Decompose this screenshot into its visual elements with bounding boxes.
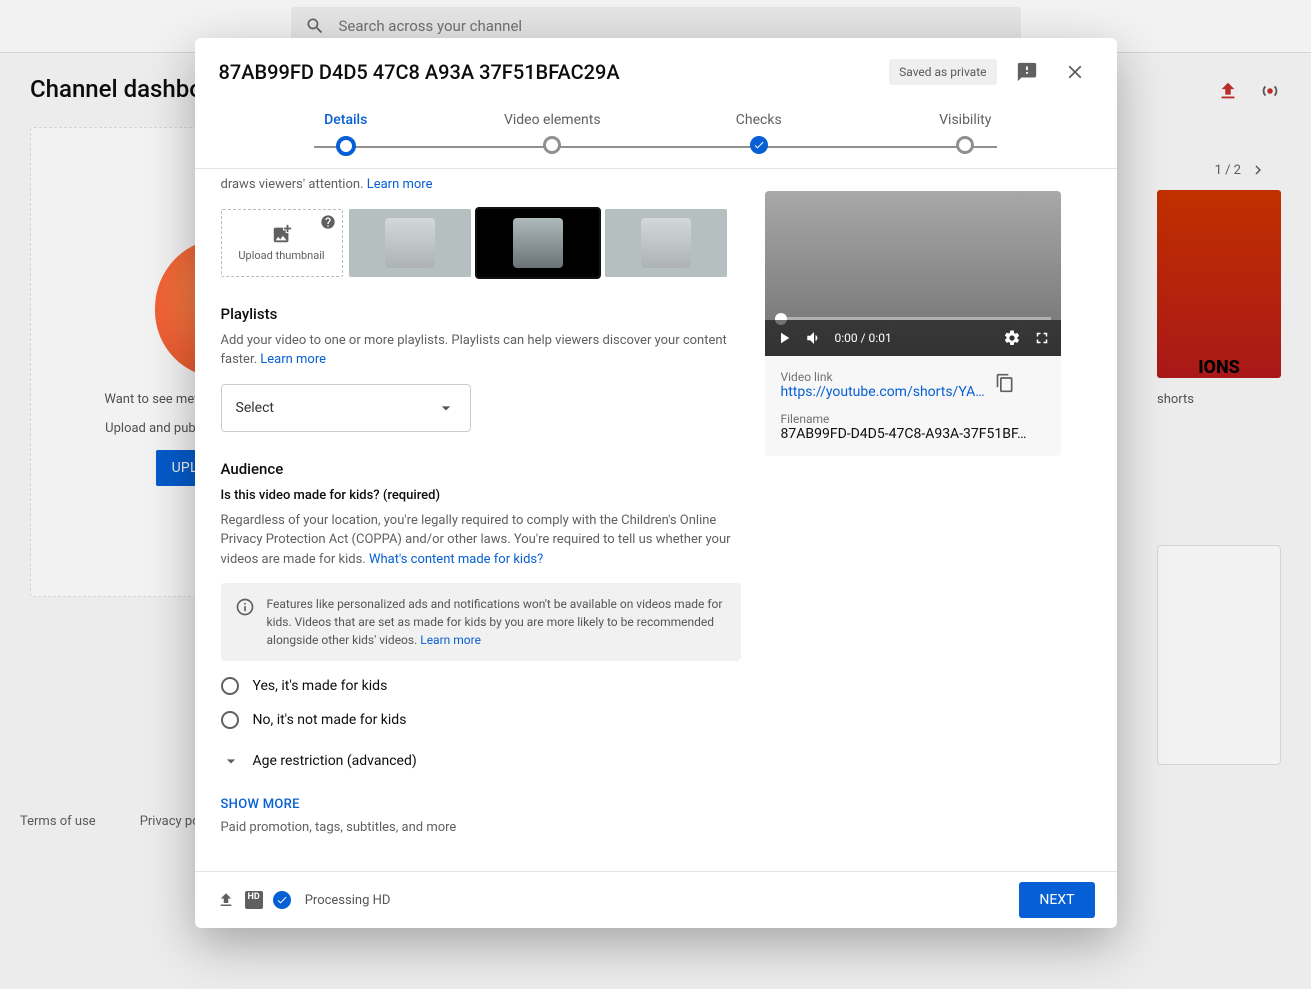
feedback-button[interactable] [1009,54,1045,90]
coppa-text: Regardless of your location, you're lega… [221,511,741,570]
copy-link-button[interactable] [995,373,1015,397]
auto-thumbnail-2-selected[interactable] [477,209,599,277]
saved-badge: Saved as private [889,59,996,85]
modal-header: 87AB99FD D4D5 47C8 A93A 37F51BFAC29A Sav… [195,38,1117,106]
play-icon[interactable] [775,329,793,347]
filename-label: Filename [781,412,1045,426]
stepper: Details Video elements Checks Visibility [195,106,1117,169]
show-more-button[interactable]: SHOW MORE [221,797,741,812]
close-icon [1064,61,1086,83]
volume-icon[interactable] [805,329,823,347]
radio-yes-kids[interactable]: Yes, it's made for kids [221,677,741,695]
check-status-icon [273,891,291,909]
video-link[interactable]: https://youtube.com/shorts/YA… [781,384,985,400]
kids-info-box: Features like personalized ads and notif… [221,583,741,661]
step-checks[interactable]: Checks [656,112,863,168]
show-more-sub: Paid promotion, tags, subtitles, and mor… [221,820,741,835]
step-video-elements[interactable]: Video elements [449,112,656,168]
video-preview-panel: 0:00 / 0:01 Video link https://youtube.c… [765,191,1061,456]
audience-heading: Audience [221,460,741,478]
dropdown-arrow-icon [436,398,456,418]
auto-thumbnail-3[interactable] [605,209,727,277]
video-link-label: Video link [781,370,985,384]
modal-title: 87AB99FD D4D5 47C8 A93A 37F51BFAC29A [219,60,878,84]
step-visibility[interactable]: Visibility [862,112,1069,168]
feedback-icon [1016,61,1038,83]
playlists-sub: Add your video to one or more playlists.… [221,331,741,370]
fullscreen-icon[interactable] [1033,329,1051,347]
chevron-down-icon [221,751,241,771]
hd-badge: HD [245,891,263,909]
coppa-link[interactable]: What's content made for kids? [369,552,543,567]
upload-status-icon [217,891,235,909]
auto-thumbnail-1[interactable] [349,209,471,277]
thumbnail-hint: draws viewers' attention. Learn more [221,175,741,195]
upload-modal: 87AB99FD D4D5 47C8 A93A 37F51BFAC29A Sav… [195,38,1117,928]
add-image-icon [271,223,293,245]
playlists-heading: Playlists [221,305,741,323]
copy-icon [995,373,1015,393]
upload-thumbnail-button[interactable]: Upload thumbnail [221,209,343,277]
info-icon [235,597,255,617]
processing-status: Processing HD [305,893,391,908]
step-details[interactable]: Details [243,112,450,168]
next-button[interactable]: NEXT [1019,882,1094,918]
settings-icon[interactable] [1003,329,1021,347]
playlist-select[interactable]: Select [221,384,471,432]
help-icon[interactable] [320,214,336,230]
video-preview[interactable]: 0:00 / 0:01 [765,191,1061,356]
close-button[interactable] [1057,54,1093,90]
playlists-learn-more-link[interactable]: Learn more [260,352,326,367]
filename-value: 87AB99FD-D4D5-47C8-A93A-37F51BF… [781,426,1045,442]
kids-info-learn-more-link[interactable]: Learn more [420,633,481,647]
modal-overlay: 87AB99FD D4D5 47C8 A93A 37F51BFAC29A Sav… [0,0,1311,989]
audience-required-label: Is this video made for kids? (required) [221,488,741,503]
thumbnail-learn-more-link[interactable]: Learn more [367,177,433,192]
video-time: 0:00 / 0:01 [835,331,892,345]
modal-footer: HD Processing HD NEXT [195,871,1117,928]
radio-no-kids[interactable]: No, it's not made for kids [221,711,741,729]
age-restriction-toggle[interactable]: Age restriction (advanced) [221,751,741,771]
